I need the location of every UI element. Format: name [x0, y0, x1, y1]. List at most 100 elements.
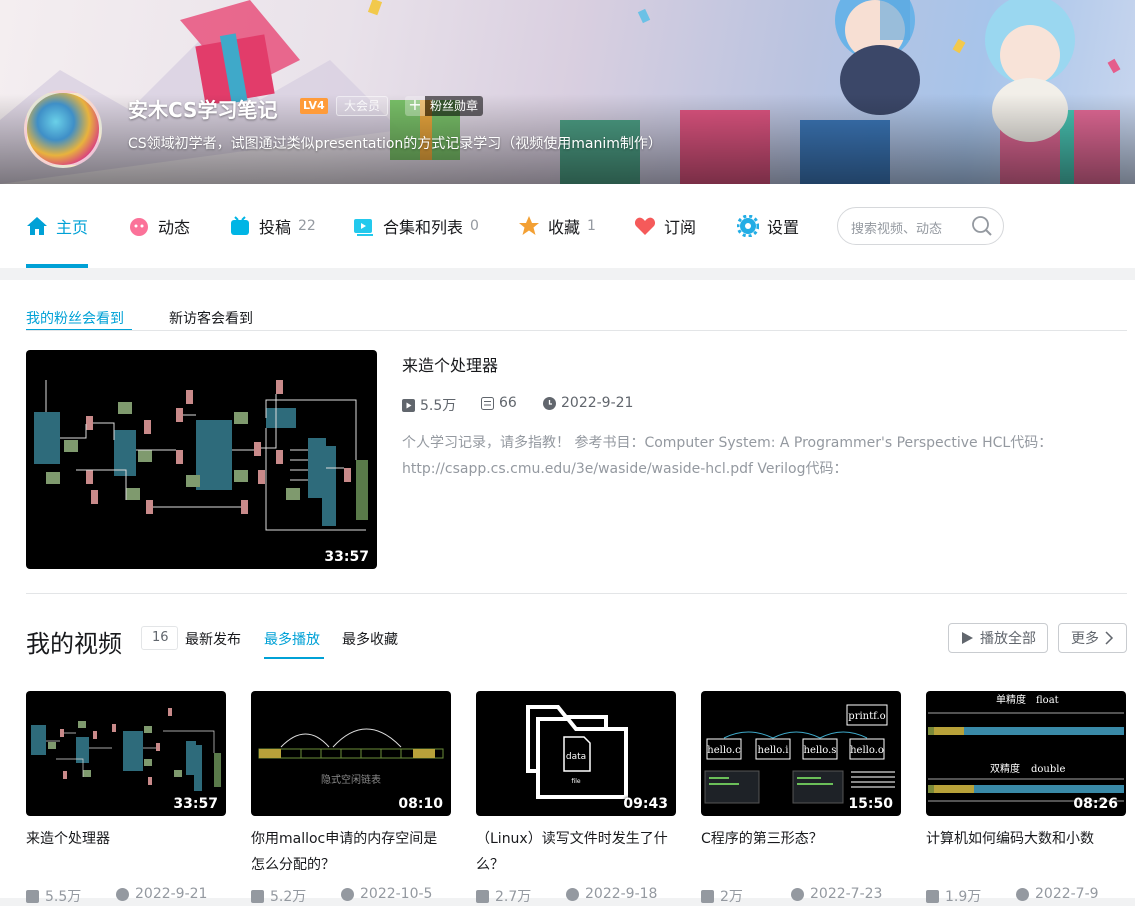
tab-dynamic[interactable]: 动态 — [128, 184, 190, 268]
sort-most-favorited[interactable]: 最多收藏 — [342, 629, 398, 649]
tab-favorites[interactable]: 收藏 1 — [518, 184, 596, 268]
video-card[interactable]: 单精度 float 双精度 double 08:26 计算机如何编码大数和小数 … — [926, 691, 1126, 905]
divider — [26, 330, 1127, 331]
play-count: 2.7万 — [476, 886, 531, 906]
publish-date: 2022-7-23 — [791, 886, 882, 902]
home-icon — [26, 215, 48, 237]
video-duration: 15:50 — [848, 796, 893, 812]
play-count-icon — [701, 889, 714, 903]
username: 安木CS学习笔记 — [128, 98, 278, 122]
featured-video-title[interactable]: 来造个处理器 — [402, 352, 498, 376]
thumbnail-subcaption: file — [571, 778, 580, 785]
play-count-text: 5.5万 — [45, 889, 82, 905]
sort-most-played[interactable]: 最多播放 — [264, 629, 320, 649]
publish-date-text: 2022-10-5 — [360, 886, 433, 902]
video-card[interactable]: printf.o hello.c hello.i hello.s hello.o… — [701, 691, 901, 906]
video-duration: 08:10 — [398, 796, 443, 812]
profile-banner: 安木CS学习笔记 LV4 大会员 + 粉丝勋章 CS领域初学者，试图通过类似pr… — [0, 0, 1135, 184]
video-meta: 1.9万 2022-7-9 — [926, 886, 1126, 905]
level-badge: LV4 — [300, 98, 328, 114]
tab-home-label: 主页 — [56, 218, 89, 237]
video-duration: 33:57 — [173, 796, 218, 812]
thumbnail-caption: data — [566, 752, 586, 762]
video-card[interactable]: 隐式空闲链表 08:10 你用malloc申请的内存空间是怎么分配的？ 5.2万… — [251, 691, 451, 906]
video-thumbnail[interactable]: 33:57 — [26, 691, 226, 816]
collection-icon — [353, 215, 375, 237]
video-title[interactable]: 来造个处理器 — [26, 826, 226, 878]
video-thumbnail[interactable]: 单精度 float 双精度 double 08:26 — [926, 691, 1126, 816]
publish-date: 2022-10-5 — [341, 886, 432, 902]
clock-icon — [566, 887, 579, 901]
thumbnail-label: hello.c — [707, 745, 741, 756]
video-title[interactable]: 你用malloc申请的内存空间是怎么分配的？ — [251, 826, 451, 878]
tab-subscriptions[interactable]: 订阅 — [634, 184, 696, 268]
publish-date-text: 2022-7-23 — [810, 886, 883, 902]
video-card[interactable]: data file 09:43 （Linux）读写文件时发生了什么？ 2.7万 … — [476, 691, 676, 906]
video-thumbnail[interactable]: data file 09:43 — [476, 691, 676, 816]
play-icon — [962, 632, 973, 644]
featured-comment-count: 66 — [481, 395, 517, 411]
my-videos-title: 我的视频 — [26, 630, 122, 658]
video-title[interactable]: C程序的第三形态？ — [701, 826, 901, 878]
visibility-tab-visitors[interactable]: 新访客会看到 — [169, 308, 253, 328]
vip-badge[interactable]: 大会员 — [336, 96, 389, 116]
play-count-icon — [476, 889, 489, 903]
play-count: 2万 — [701, 886, 743, 906]
more-button[interactable]: 更多 — [1058, 623, 1127, 653]
publish-date: 2022-9-21 — [116, 886, 207, 902]
featured-video-thumbnail[interactable]: 33:57 — [26, 350, 377, 569]
visibility-tab-fans[interactable]: 我的粉丝会看到 — [26, 308, 124, 328]
thumbnail-label: hello.i — [758, 745, 789, 756]
subscribe-icon — [634, 215, 656, 237]
profile-search-input[interactable]: 搜索视频、动态 — [837, 207, 1004, 245]
processor-diagram-thumbnail — [34, 380, 368, 531]
publish-date-text: 2022-9-21 — [135, 886, 208, 902]
play-count-icon — [26, 889, 39, 903]
thumbnail-label: printf.o — [848, 711, 885, 722]
tab-subscriptions-label: 订阅 — [664, 218, 697, 237]
settings-icon — [736, 214, 760, 238]
featured-play-count: 5.5万 — [402, 395, 456, 415]
video-duration: 33:57 — [324, 549, 369, 565]
active-tab-indicator — [26, 264, 88, 268]
clock-icon — [1016, 887, 1029, 901]
tab-settings-label: 设置 — [767, 218, 800, 237]
tab-uploads[interactable]: 投稿 22 — [229, 184, 316, 268]
fan-badge-label: 粉丝勋章 — [425, 96, 484, 116]
tab-dynamic-label: 动态 — [158, 218, 191, 237]
video-title[interactable]: 计算机如何编码大数和小数 — [926, 826, 1126, 878]
video-thumbnail[interactable]: 隐式空闲链表 08:10 — [251, 691, 451, 816]
video-card[interactable]: 33:57 来造个处理器 5.5万 2022-9-21 — [26, 691, 226, 906]
thumbnail-label: hello.o — [850, 745, 884, 756]
play-count-text: 2.7万 — [495, 889, 532, 905]
play-count-icon — [251, 889, 264, 903]
divider — [26, 593, 1127, 594]
play-count-text: 2万 — [720, 889, 743, 905]
play-all-button[interactable]: 播放全部 — [948, 623, 1048, 653]
upload-icon — [229, 215, 251, 237]
avatar[interactable] — [24, 90, 102, 168]
clock-icon — [791, 887, 804, 901]
tab-settings[interactable]: 设置 — [736, 184, 800, 268]
user-signature[interactable]: CS领域初学者，试图通过类似presentation的方式记录学习（视频使用ma… — [128, 133, 662, 153]
clock-icon — [543, 396, 556, 410]
video-title[interactable]: （Linux）读写文件时发生了什么？ — [476, 826, 676, 878]
chevron-right-icon — [1105, 631, 1114, 645]
clock-icon — [341, 887, 354, 901]
publish-date: 2022-7-9 — [1016, 886, 1099, 902]
search-icon[interactable] — [971, 215, 993, 237]
sort-latest[interactable]: 最新发布 — [185, 629, 241, 649]
fan-badge[interactable]: + 粉丝勋章 — [405, 96, 484, 116]
tab-home[interactable]: 主页 — [26, 184, 88, 268]
play-count: 5.2万 — [251, 886, 306, 906]
play-count-text: 1.9万 — [945, 889, 982, 905]
video-thumbnail[interactable]: printf.o hello.c hello.i hello.s hello.o… — [701, 691, 901, 816]
featured-video-description: 个人学习记录，请多指教！ 参考书目：Computer System: A Pro… — [402, 435, 1053, 477]
featured-plays: 5.5万 — [420, 398, 457, 414]
tab-collections[interactable]: 合集和列表 0 — [353, 184, 479, 268]
video-meta: 2.7万 2022-9-18 — [476, 886, 676, 906]
clock-icon — [116, 887, 129, 901]
play-count: 5.5万 — [26, 886, 81, 906]
tab-uploads-count: 22 — [298, 218, 316, 234]
featured-comments: 66 — [499, 395, 517, 411]
